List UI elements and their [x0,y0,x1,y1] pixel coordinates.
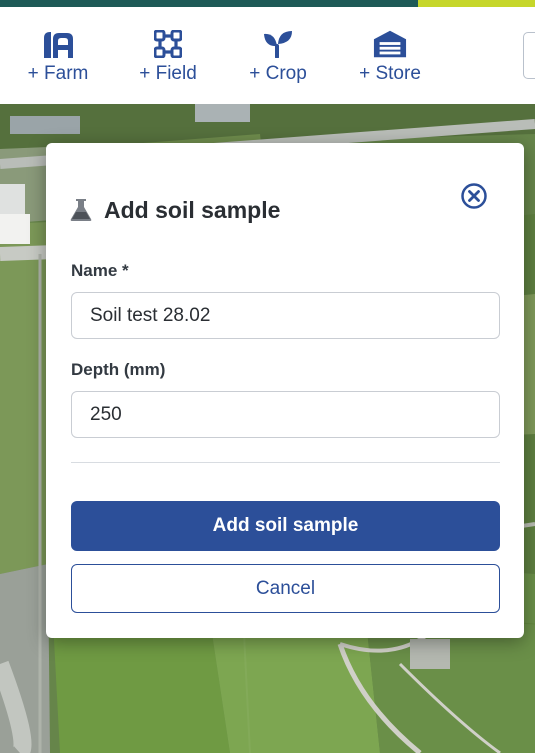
dialog-title-row: Add soil sample [70,197,280,224]
add-store-label: + Store [359,63,421,84]
flask-icon [70,198,94,224]
name-input[interactable] [71,292,500,339]
depth-field-label: Depth (mm) [71,360,166,379]
add-soil-sample-dialog: Add soil sample Name * Depth (mm) Add so… [46,143,524,638]
dialog-title: Add soil sample [104,197,281,223]
top-accent-bar [0,0,535,7]
add-field-button[interactable]: + Field [133,29,203,85]
close-icon[interactable] [460,182,488,210]
add-field-label: + Field [139,63,197,84]
depth-input[interactable] [71,391,500,438]
name-field-label: Name * [71,261,129,280]
add-farm-button[interactable]: + Farm [22,29,94,85]
dialog-divider [71,462,500,463]
accent-lime-segment [418,0,535,7]
add-crop-label: + Crop [249,63,307,84]
toolbar: + Farm + Field + Crop + Store [0,7,535,104]
field-icon [151,29,185,59]
add-crop-button[interactable]: + Crop [243,29,313,85]
store-barn-icon [373,29,407,59]
add-soil-sample-button[interactable]: Add soil sample [71,501,500,551]
crop-sprout-icon [261,29,295,59]
cancel-button[interactable]: Cancel [71,564,500,613]
toolbar-overflow-control[interactable] [523,32,535,79]
add-farm-label: + Farm [27,63,89,84]
add-store-button[interactable]: + Store [354,29,426,85]
farm-icon [41,29,75,59]
